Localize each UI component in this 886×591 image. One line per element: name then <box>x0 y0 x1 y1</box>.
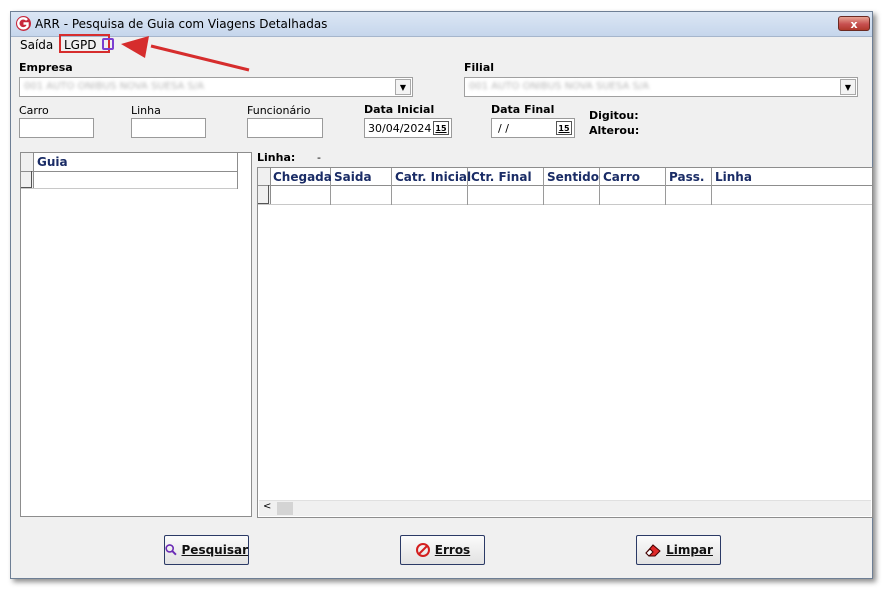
pesquisar-label: Pesquisar <box>181 543 248 557</box>
main-window: ARR - Pesquisa de Guia com Viagens Detal… <box>10 11 873 579</box>
alterou-label: Alterou: <box>589 124 640 137</box>
column-divider <box>543 168 544 205</box>
data-final-value: / / <box>498 122 509 135</box>
data-inicial-value: 30/04/2024 <box>368 122 432 135</box>
header-divider <box>258 185 872 186</box>
current-row-marker <box>21 171 32 188</box>
data-final-label: Data Final <box>491 103 555 116</box>
viagens-grid[interactable]: Chegada Saida Catr. Inicial Ctr. Final S… <box>257 167 873 518</box>
chevron-down-icon[interactable]: ▼ <box>840 79 856 95</box>
funcionario-input[interactable] <box>247 118 323 138</box>
carro-input[interactable] <box>19 118 94 138</box>
calendar-icon[interactable]: 15 <box>433 121 449 135</box>
column-header-chegada[interactable]: Chegada <box>273 170 332 184</box>
current-row-marker <box>258 185 269 204</box>
limpar-button[interactable]: Limpar <box>636 535 721 565</box>
column-divider <box>711 168 712 205</box>
column-header-saida[interactable]: Saida <box>334 170 372 184</box>
annotation-arrow-icon <box>121 36 250 72</box>
empresa-select[interactable]: 001 AUTO ONIBUS NOVA SUESA S/A ▼ <box>19 77 413 97</box>
no-entry-icon <box>415 543 430 557</box>
limpar-label: Limpar <box>666 543 713 557</box>
chevron-down-icon[interactable]: ▼ <box>395 79 411 95</box>
empresa-value: 001 AUTO ONIBUS NOVA SUESA S/A <box>24 81 205 92</box>
column-header-ctr-final[interactable]: Ctr. Final <box>471 170 532 184</box>
window-restore-icon[interactable] <box>102 38 114 50</box>
column-divider <box>237 153 238 189</box>
app-logo-icon <box>16 16 31 31</box>
filial-select[interactable]: 001 AUTO ONIBUS NOVA SUESA S/A ▼ <box>464 77 858 97</box>
column-header-catr-inicial[interactable]: Catr. Inicial <box>395 170 471 184</box>
data-inicial-label: Data Inicial <box>364 103 435 116</box>
carro-label: Carro <box>19 104 49 117</box>
window-title: ARR - Pesquisa de Guia com Viagens Detal… <box>35 17 328 31</box>
eraser-icon <box>645 544 661 557</box>
row-divider <box>21 188 237 189</box>
data-final-input[interactable]: / / 15 <box>491 118 575 138</box>
magnifier-icon <box>165 544 177 556</box>
guia-grid[interactable]: Guia <box>20 152 252 517</box>
filial-label: Filial <box>464 61 495 74</box>
erros-label: Erros <box>434 543 471 557</box>
header-divider <box>21 171 237 172</box>
funcionario-label: Funcionário <box>247 104 311 117</box>
filial-value: 001 AUTO ONIBUS NOVA SUESA S/A <box>469 81 650 92</box>
row-divider <box>258 204 872 205</box>
column-header-sentido[interactable]: Sentido <box>547 170 599 184</box>
close-button[interactable]: x <box>838 16 870 31</box>
empresa-label: Empresa <box>19 61 73 74</box>
data-inicial-input[interactable]: 30/04/2024 15 <box>364 118 452 138</box>
guia-column-header[interactable]: Guia <box>37 155 68 169</box>
scroll-left-icon[interactable]: < <box>263 501 271 512</box>
column-divider <box>599 168 600 205</box>
digitou-label: Digitou: <box>589 109 639 122</box>
linha-input[interactable] <box>131 118 206 138</box>
linha-info-label: Linha: <box>257 151 296 164</box>
column-header-carro[interactable]: Carro <box>603 170 640 184</box>
menu-saida[interactable]: Saída <box>20 38 53 52</box>
linha-info-value: - <box>317 151 321 164</box>
horizontal-scrollbar[interactable]: < <box>259 500 871 516</box>
scroll-thumb[interactable] <box>277 502 293 515</box>
column-header-pass[interactable]: Pass. <box>669 170 704 184</box>
calendar-icon[interactable]: 15 <box>556 121 572 135</box>
pesquisar-button[interactable]: Pesquisar <box>164 535 249 565</box>
linha-label: Linha <box>131 104 161 117</box>
column-divider <box>665 168 666 205</box>
erros-button[interactable]: Erros <box>400 535 485 565</box>
column-header-linha[interactable]: Linha <box>715 170 752 184</box>
column-divider <box>391 168 392 205</box>
